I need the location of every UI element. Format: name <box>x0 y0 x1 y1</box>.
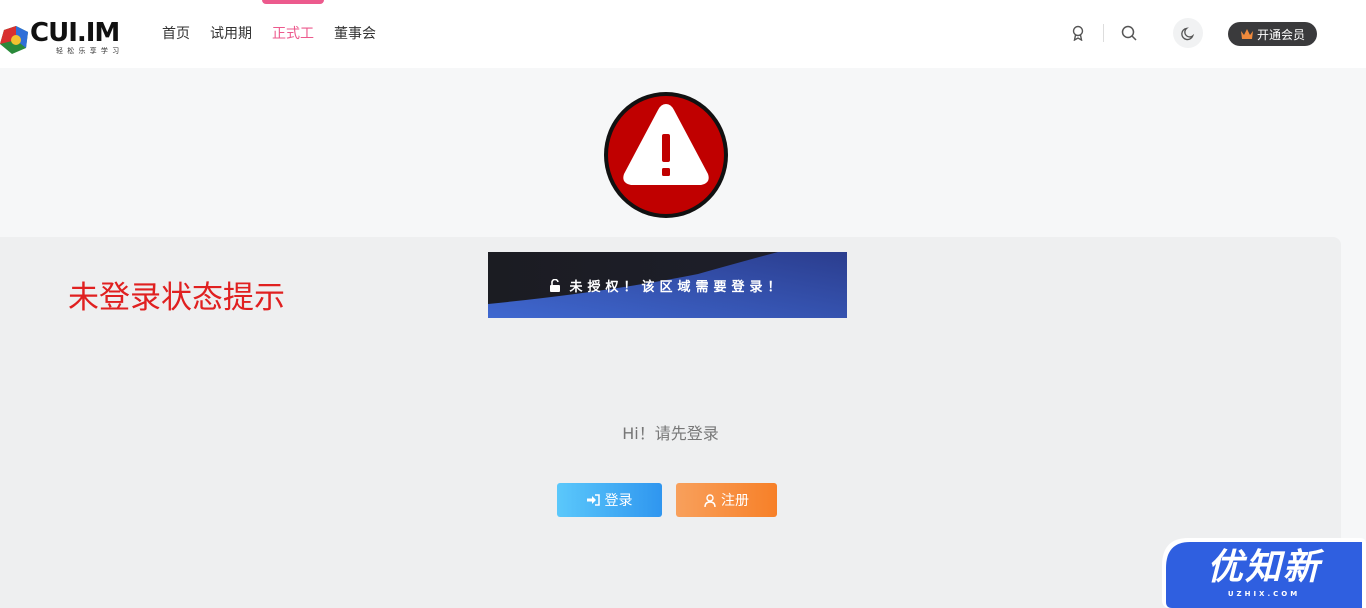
nav-item-trial[interactable]: 试用期 <box>210 0 252 68</box>
lock-open-icon <box>550 278 561 292</box>
vip-button-label: 开通会员 <box>1256 27 1305 42</box>
nav-item-label: 正式工 <box>272 26 314 42</box>
watermark-subtext: UZHIX.COM <box>1227 590 1301 598</box>
register-button-label: 注册 <box>721 493 749 509</box>
nav-item-label: 首页 <box>162 26 190 42</box>
nav-item-regular[interactable]: 正式工 <box>262 0 324 68</box>
logo-gem-icon <box>0 26 28 54</box>
unauthorized-banner: 未授权！该区域需要登录！ <box>488 252 847 318</box>
register-button[interactable]: 注册 <box>676 483 777 517</box>
main-nav: 首页 试用期 正式工 董事会 <box>152 0 386 68</box>
watermark-logo: 优知新 UZHIX.COM <box>1162 536 1366 608</box>
annotation-caption: 未登录状态提示 <box>68 280 285 316</box>
header-divider <box>1103 24 1104 42</box>
logo-tagline: 轻 松 乐 享 学 习 <box>56 47 121 55</box>
badge-icon[interactable] <box>1067 22 1089 44</box>
site-header: CUI.IM 轻 松 乐 享 学 习 首页 试用期 正式工 董事会 开通会员 <box>0 0 1366 68</box>
user-icon <box>704 493 716 507</box>
theme-toggle-button[interactable] <box>1173 18 1203 48</box>
login-button[interactable]: 登录 <box>557 483 662 517</box>
watermark-text: 优知新 <box>1206 547 1321 588</box>
logo-text: CUI.IM <box>30 18 120 48</box>
sign-in-icon <box>586 494 600 506</box>
moon-icon <box>1180 26 1194 40</box>
nav-item-home[interactable]: 首页 <box>162 0 190 68</box>
login-prompt: Hi！请先登录 <box>622 424 719 443</box>
login-button-label: 登录 <box>604 493 633 509</box>
search-icon[interactable] <box>1118 22 1140 44</box>
warning-icon <box>604 92 728 218</box>
banner-text: 未授权！该区域需要登录！ <box>569 279 786 295</box>
active-nav-indicator <box>262 0 324 4</box>
nav-item-label: 试用期 <box>210 26 252 42</box>
nav-item-board[interactable]: 董事会 <box>334 0 376 68</box>
vip-button[interactable]: 开通会员 <box>1228 22 1317 46</box>
site-logo[interactable]: CUI.IM 轻 松 乐 享 学 习 <box>0 12 124 56</box>
crown-icon <box>1240 29 1253 39</box>
nav-item-label: 董事会 <box>334 26 376 42</box>
